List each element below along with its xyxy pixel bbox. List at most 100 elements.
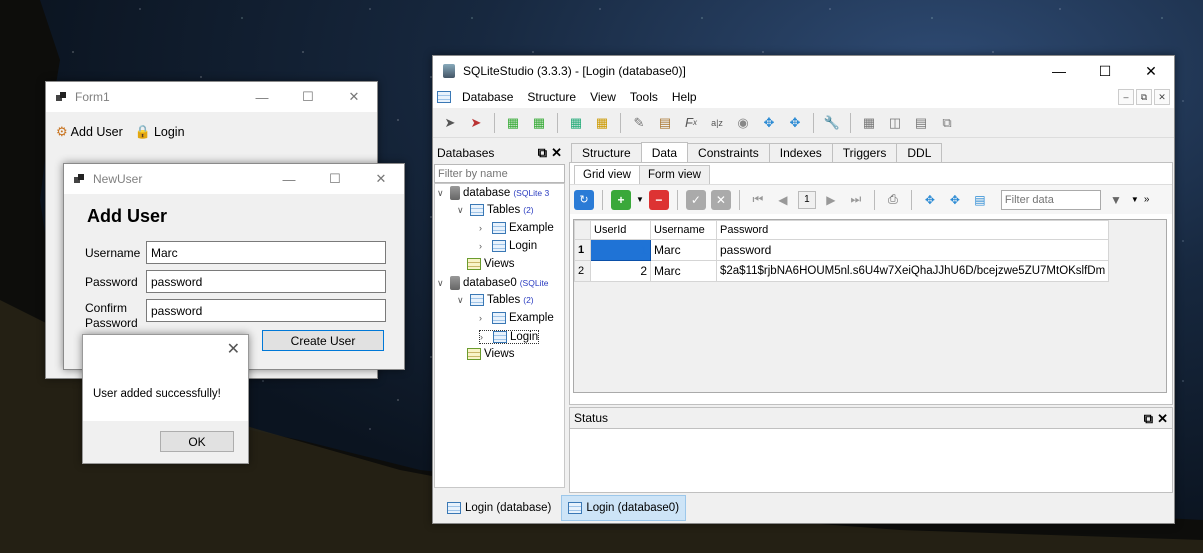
- close-button[interactable]: ✕: [358, 164, 404, 194]
- tile-horizontal-icon[interactable]: ◫: [884, 112, 906, 134]
- filter-data-input[interactable]: [1000, 189, 1101, 210]
- collapse-arrow-icon[interactable]: ›: [479, 223, 489, 233]
- import-icon[interactable]: ✥: [920, 190, 940, 210]
- print-icon[interactable]: ⎙: [883, 190, 903, 210]
- window-tab-login-database[interactable]: Login (database): [441, 495, 557, 521]
- close-panel-icon[interactable]: ✕: [551, 145, 562, 161]
- sql-editor-icon[interactable]: ✎: [628, 112, 650, 134]
- tree-node-login[interactable]: › Login: [479, 240, 537, 252]
- cascade-windows-icon[interactable]: ⧉: [936, 112, 958, 134]
- collations-icon[interactable]: a|z: [706, 112, 728, 134]
- create-table-icon[interactable]: ▦: [565, 112, 587, 134]
- menu-view[interactable]: View: [583, 90, 623, 104]
- column-header-password[interactable]: Password: [715, 220, 1110, 240]
- tab-triggers[interactable]: Triggers: [831, 143, 898, 162]
- tree-node-database0[interactable]: ∨ database0 (SQLite: [437, 276, 549, 290]
- tab-indexes[interactable]: Indexes: [768, 143, 833, 162]
- rollback-icon[interactable]: ✕: [710, 189, 731, 210]
- tile-vertical-icon[interactable]: ▤: [910, 112, 932, 134]
- float-panel-icon[interactable]: ⧉: [1144, 411, 1153, 427]
- next-page-icon[interactable]: ▶: [821, 190, 841, 210]
- tree-node-views[interactable]: Views: [467, 258, 514, 270]
- menu-help[interactable]: Help: [665, 90, 704, 104]
- delete-row-icon[interactable]: −: [648, 189, 669, 210]
- add-row-icon[interactable]: +: [611, 189, 631, 210]
- minimize-button[interactable]: —: [266, 164, 312, 194]
- tab-ddl[interactable]: DDL: [896, 143, 943, 162]
- collapse-arrow-icon[interactable]: ›: [480, 332, 490, 342]
- minimize-button[interactable]: —: [239, 82, 285, 112]
- cell-username[interactable]: Marc: [650, 239, 717, 261]
- functions-icon[interactable]: Fx: [680, 112, 702, 134]
- commit-icon[interactable]: ✓: [685, 189, 706, 210]
- mdi-restore-button[interactable]: ⧉: [1136, 89, 1152, 105]
- menu-database[interactable]: Database: [455, 90, 520, 104]
- extensions-icon[interactable]: ◉: [732, 112, 754, 134]
- expand-arrow-icon[interactable]: ∨: [457, 295, 467, 306]
- cell-password[interactable]: $2a$11$rjbNA6HOUM5nl.s6U4w7XeiQhaJJhU6D/…: [715, 260, 1110, 282]
- sql-history-icon[interactable]: ▤: [654, 112, 676, 134]
- tree-node-login-selected[interactable]: › Login: [479, 330, 540, 344]
- tab-grid-view[interactable]: Grid view: [574, 165, 640, 184]
- cell-userid[interactable]: 2: [590, 260, 651, 282]
- previous-page-icon[interactable]: ◀: [773, 190, 793, 210]
- menu-structure[interactable]: Structure: [520, 90, 583, 104]
- add-database-icon[interactable]: ▦: [502, 112, 524, 134]
- float-panel-icon[interactable]: ⧉: [538, 145, 547, 161]
- filter-icon[interactable]: ▼: [1106, 190, 1126, 210]
- cell-password[interactable]: password: [715, 239, 1110, 261]
- row-number[interactable]: 2: [574, 260, 591, 282]
- tree-node-views[interactable]: Views: [467, 348, 514, 360]
- minimize-button[interactable]: —: [1036, 56, 1082, 86]
- create-user-button[interactable]: Create User: [262, 330, 384, 351]
- column-header-userid[interactable]: UserId: [590, 220, 651, 240]
- close-button[interactable]: ✕: [1128, 56, 1174, 86]
- tree-node-example[interactable]: › Example: [479, 312, 554, 324]
- tree-node-tables[interactable]: ∨ Tables (2): [457, 204, 534, 216]
- more-icon[interactable]: »: [1144, 194, 1150, 205]
- mdi-close-button[interactable]: ✕: [1154, 89, 1170, 105]
- connect-icon[interactable]: ➤: [439, 112, 461, 134]
- column-header-username[interactable]: Username: [650, 220, 717, 240]
- collapse-arrow-icon[interactable]: ›: [479, 241, 489, 251]
- corner-cell[interactable]: [574, 220, 591, 240]
- username-field[interactable]: [146, 241, 386, 264]
- close-panel-icon[interactable]: ✕: [1157, 411, 1168, 427]
- ok-button[interactable]: OK: [160, 431, 234, 452]
- maximize-button[interactable]: ☐: [285, 82, 331, 112]
- close-icon[interactable]: ✕: [227, 339, 240, 359]
- window-tab-login-database0[interactable]: Login (database0): [561, 495, 687, 521]
- last-page-icon[interactable]: ⏭: [846, 190, 866, 210]
- wrench-icon[interactable]: 🔧: [821, 112, 843, 134]
- tile-windows-icon[interactable]: ▦: [858, 112, 880, 134]
- menu-add-user[interactable]: ⚙ Add User: [56, 124, 123, 140]
- filter-by-name-input[interactable]: [434, 164, 565, 183]
- tab-constraints[interactable]: Constraints: [687, 143, 770, 162]
- dropdown-arrow-icon[interactable]: ▼: [1131, 195, 1139, 204]
- mdi-minimize-button[interactable]: –: [1118, 89, 1134, 105]
- disconnect-icon[interactable]: ➤: [465, 112, 487, 134]
- tree-node-tables[interactable]: ∨ Tables (2): [457, 294, 534, 306]
- menu-login[interactable]: 🔒 Login: [135, 124, 185, 140]
- refresh-icon[interactable]: ↻: [574, 189, 594, 210]
- expand-arrow-icon[interactable]: ∨: [437, 188, 447, 199]
- export-icon[interactable]: ✥: [784, 112, 806, 134]
- populate-icon[interactable]: ▤: [970, 190, 990, 210]
- collapse-arrow-icon[interactable]: ›: [479, 313, 489, 323]
- import-icon[interactable]: ✥: [758, 112, 780, 134]
- expand-arrow-icon[interactable]: ∨: [457, 205, 467, 216]
- close-button[interactable]: ✕: [331, 82, 377, 112]
- maximize-button[interactable]: ☐: [1082, 56, 1128, 86]
- first-page-icon[interactable]: ⏮: [748, 190, 768, 210]
- confirm-password-field[interactable]: [146, 299, 386, 322]
- page-number[interactable]: 1: [797, 190, 816, 209]
- cell-userid-selected[interactable]: 1: [590, 239, 651, 261]
- expand-arrow-icon[interactable]: ∨: [437, 278, 447, 289]
- tree-node-example[interactable]: › Example: [479, 222, 554, 234]
- tab-structure[interactable]: Structure: [571, 143, 642, 162]
- maximize-button[interactable]: ☐: [312, 164, 358, 194]
- edit-table-icon[interactable]: ▦: [591, 112, 613, 134]
- tree-node-database[interactable]: ∨ database (SQLite 3: [437, 186, 549, 200]
- menu-tools[interactable]: Tools: [623, 90, 665, 104]
- edit-database-icon[interactable]: ▦: [528, 112, 550, 134]
